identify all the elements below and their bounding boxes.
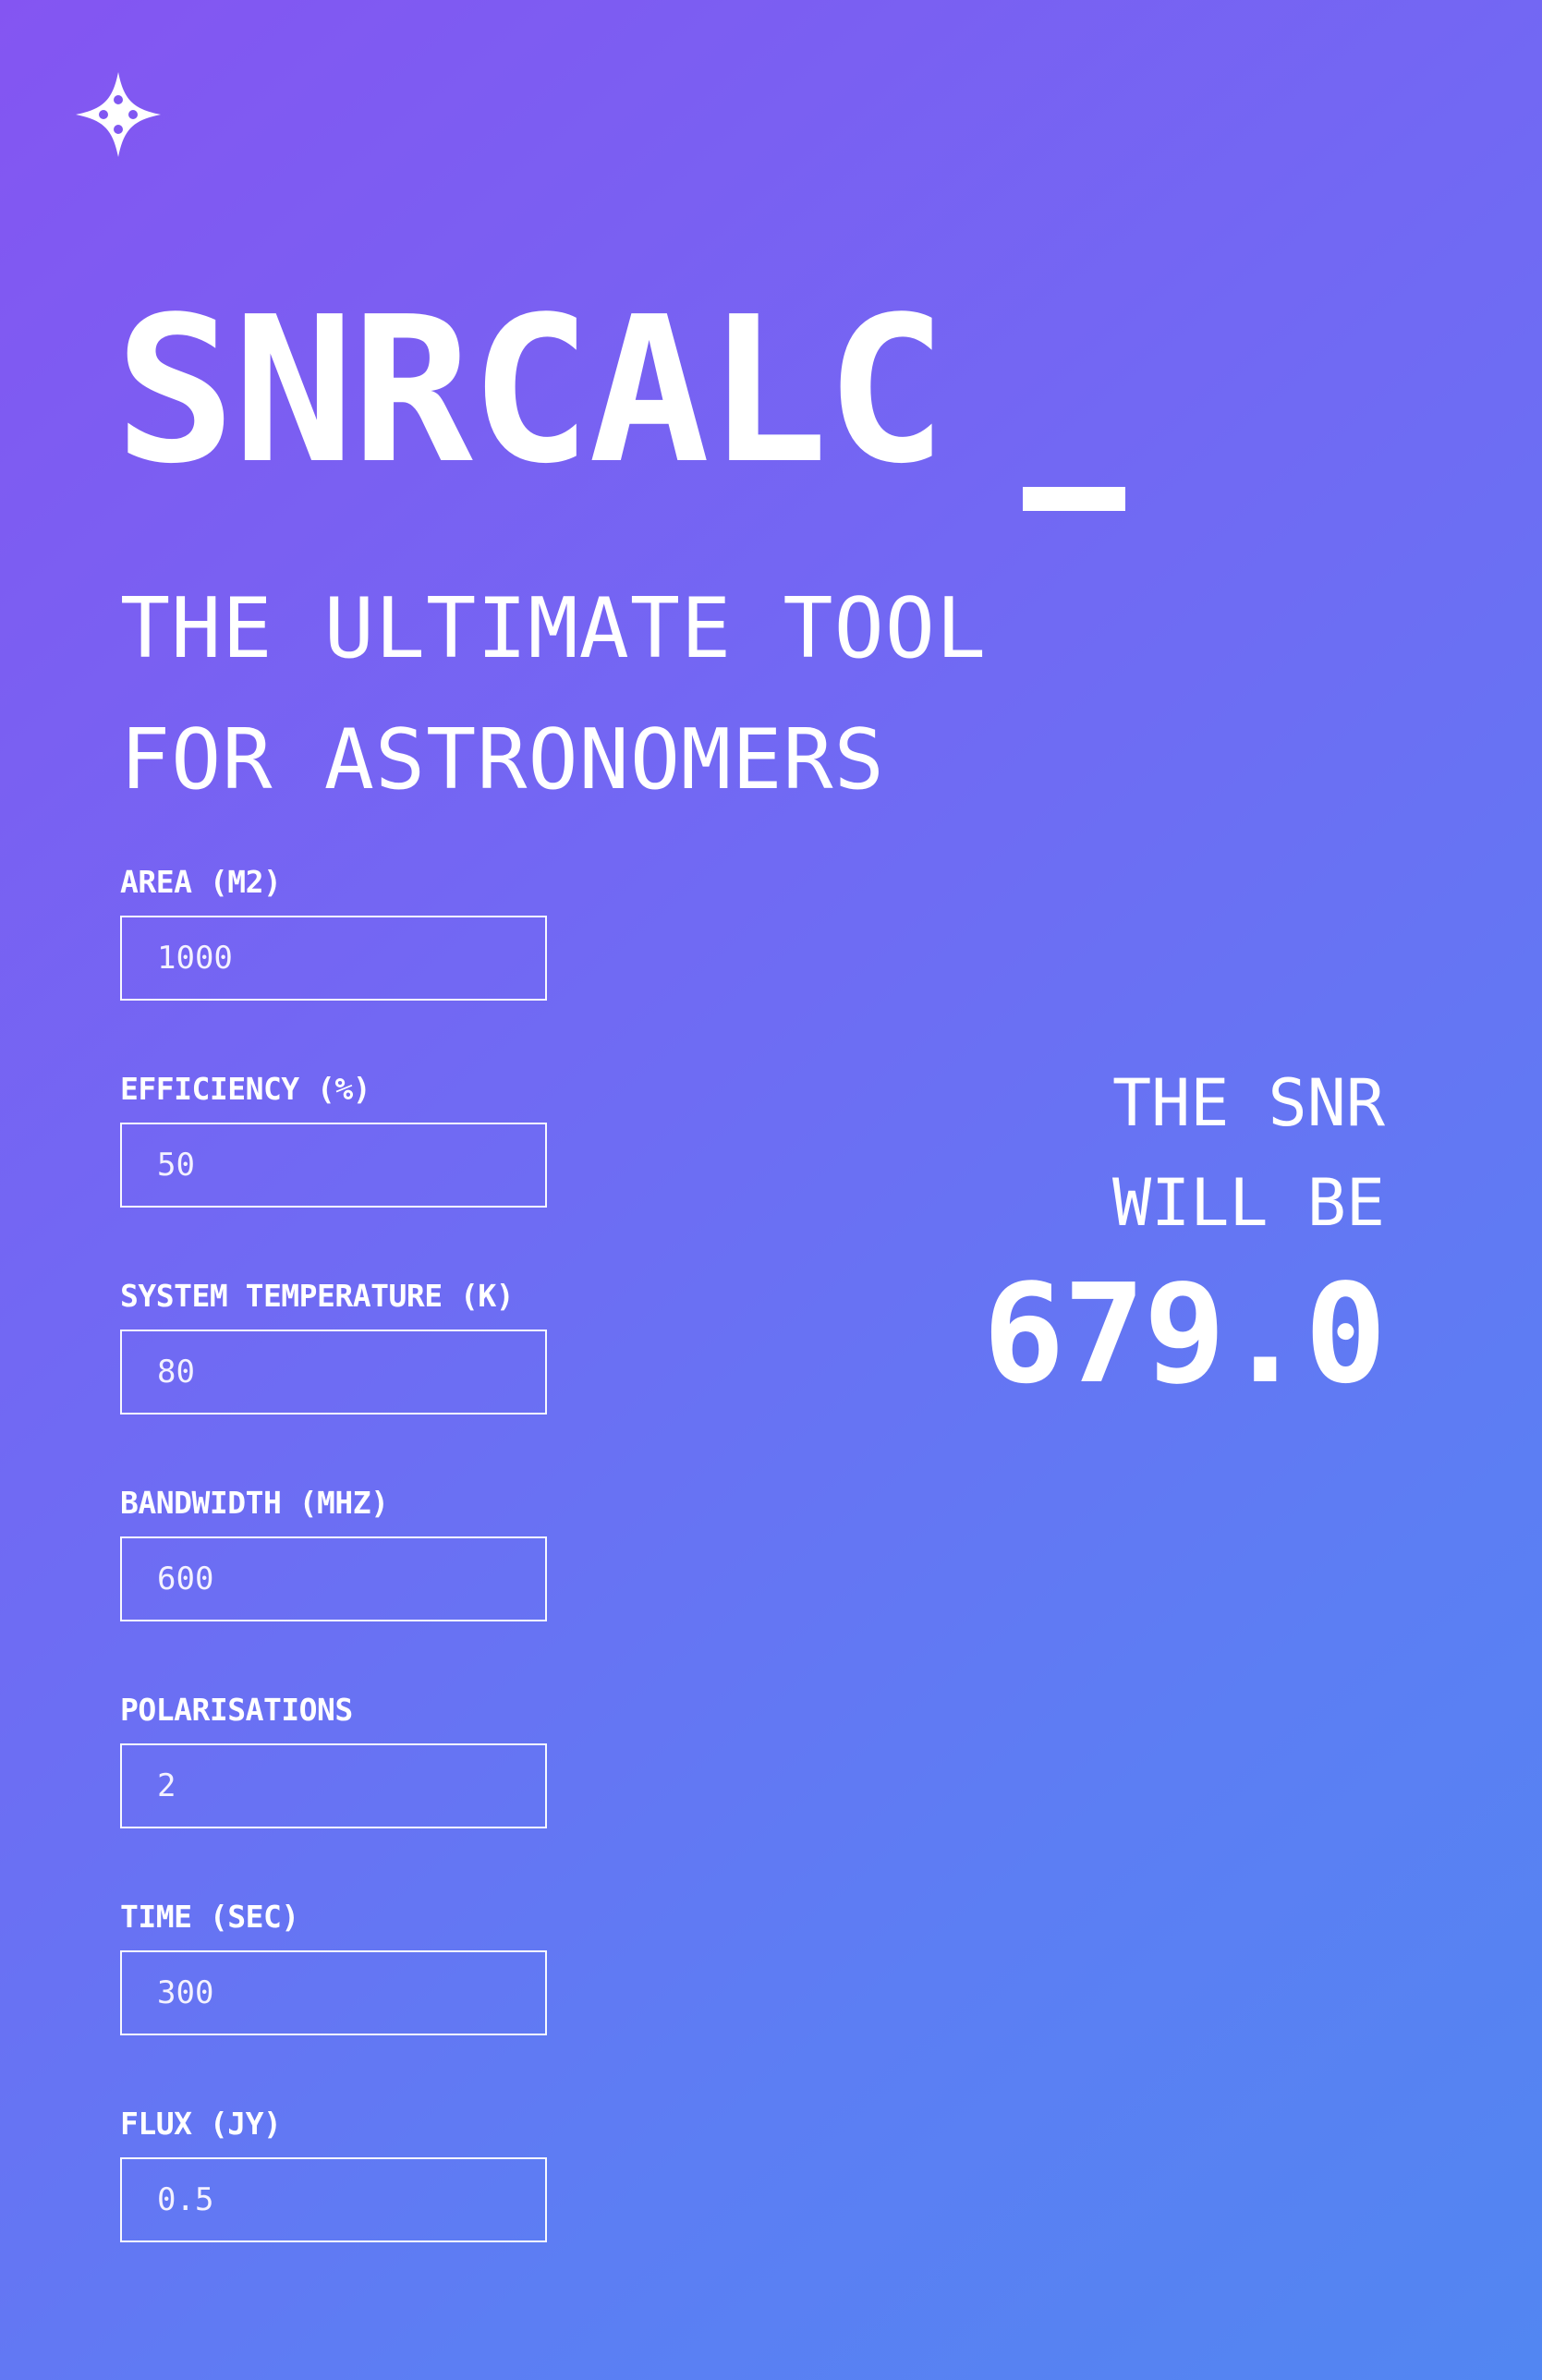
title-cursor xyxy=(1023,487,1125,511)
system-temperature-field-group: SYSTEM TEMPERATURE (K) xyxy=(120,1278,547,1415)
polarisations-field-group: POLARISATIONS xyxy=(120,1692,547,1828)
efficiency-input[interactable] xyxy=(120,1123,547,1208)
bandwidth-label: BANDWIDTH (MHZ) xyxy=(120,1485,389,1521)
subtitle-line-2: FOR ASTRONOMERS xyxy=(120,711,885,808)
efficiency-field-group: EFFICIENCY (%) xyxy=(120,1071,547,1208)
snr-result-panel: THE SNR WILL BE 679.0 xyxy=(982,1053,1387,1414)
app-subtitle: THE ULTIMATE TOOL FOR ASTRONOMERS xyxy=(120,564,987,826)
system-temperature-input[interactable] xyxy=(120,1330,547,1415)
area-label: AREA (M2) xyxy=(120,864,282,900)
system-temperature-label: SYSTEM TEMPERATURE (K) xyxy=(120,1278,515,1314)
bandwidth-input[interactable] xyxy=(120,1536,547,1621)
time-input[interactable] xyxy=(120,1950,547,2035)
snr-result-value: 679.0 xyxy=(982,1255,1387,1414)
flux-label: FLUX (JY) xyxy=(120,2106,282,2142)
area-field-group: AREA (M2) xyxy=(120,864,547,1001)
bandwidth-field-group: BANDWIDTH (MHZ) xyxy=(120,1485,547,1621)
time-field-group: TIME (SEC) xyxy=(120,1899,547,2035)
polarisations-label: POLARISATIONS xyxy=(120,1692,353,1728)
sparkle-star-icon xyxy=(76,72,161,157)
flux-input[interactable] xyxy=(120,2157,547,2242)
result-caption-line-1: THE SNR xyxy=(1111,1065,1385,1141)
efficiency-label: EFFICIENCY (%) xyxy=(120,1071,371,1107)
flux-field-group: FLUX (JY) xyxy=(120,2106,547,2242)
polarisations-input[interactable] xyxy=(120,1743,547,1828)
result-caption-line-2: WILL BE xyxy=(1111,1165,1385,1241)
time-label: TIME (SEC) xyxy=(120,1899,299,1935)
subtitle-line-1: THE ULTIMATE TOOL xyxy=(120,580,988,677)
area-input[interactable] xyxy=(120,916,547,1001)
app-title: SNRCALC xyxy=(115,274,947,508)
